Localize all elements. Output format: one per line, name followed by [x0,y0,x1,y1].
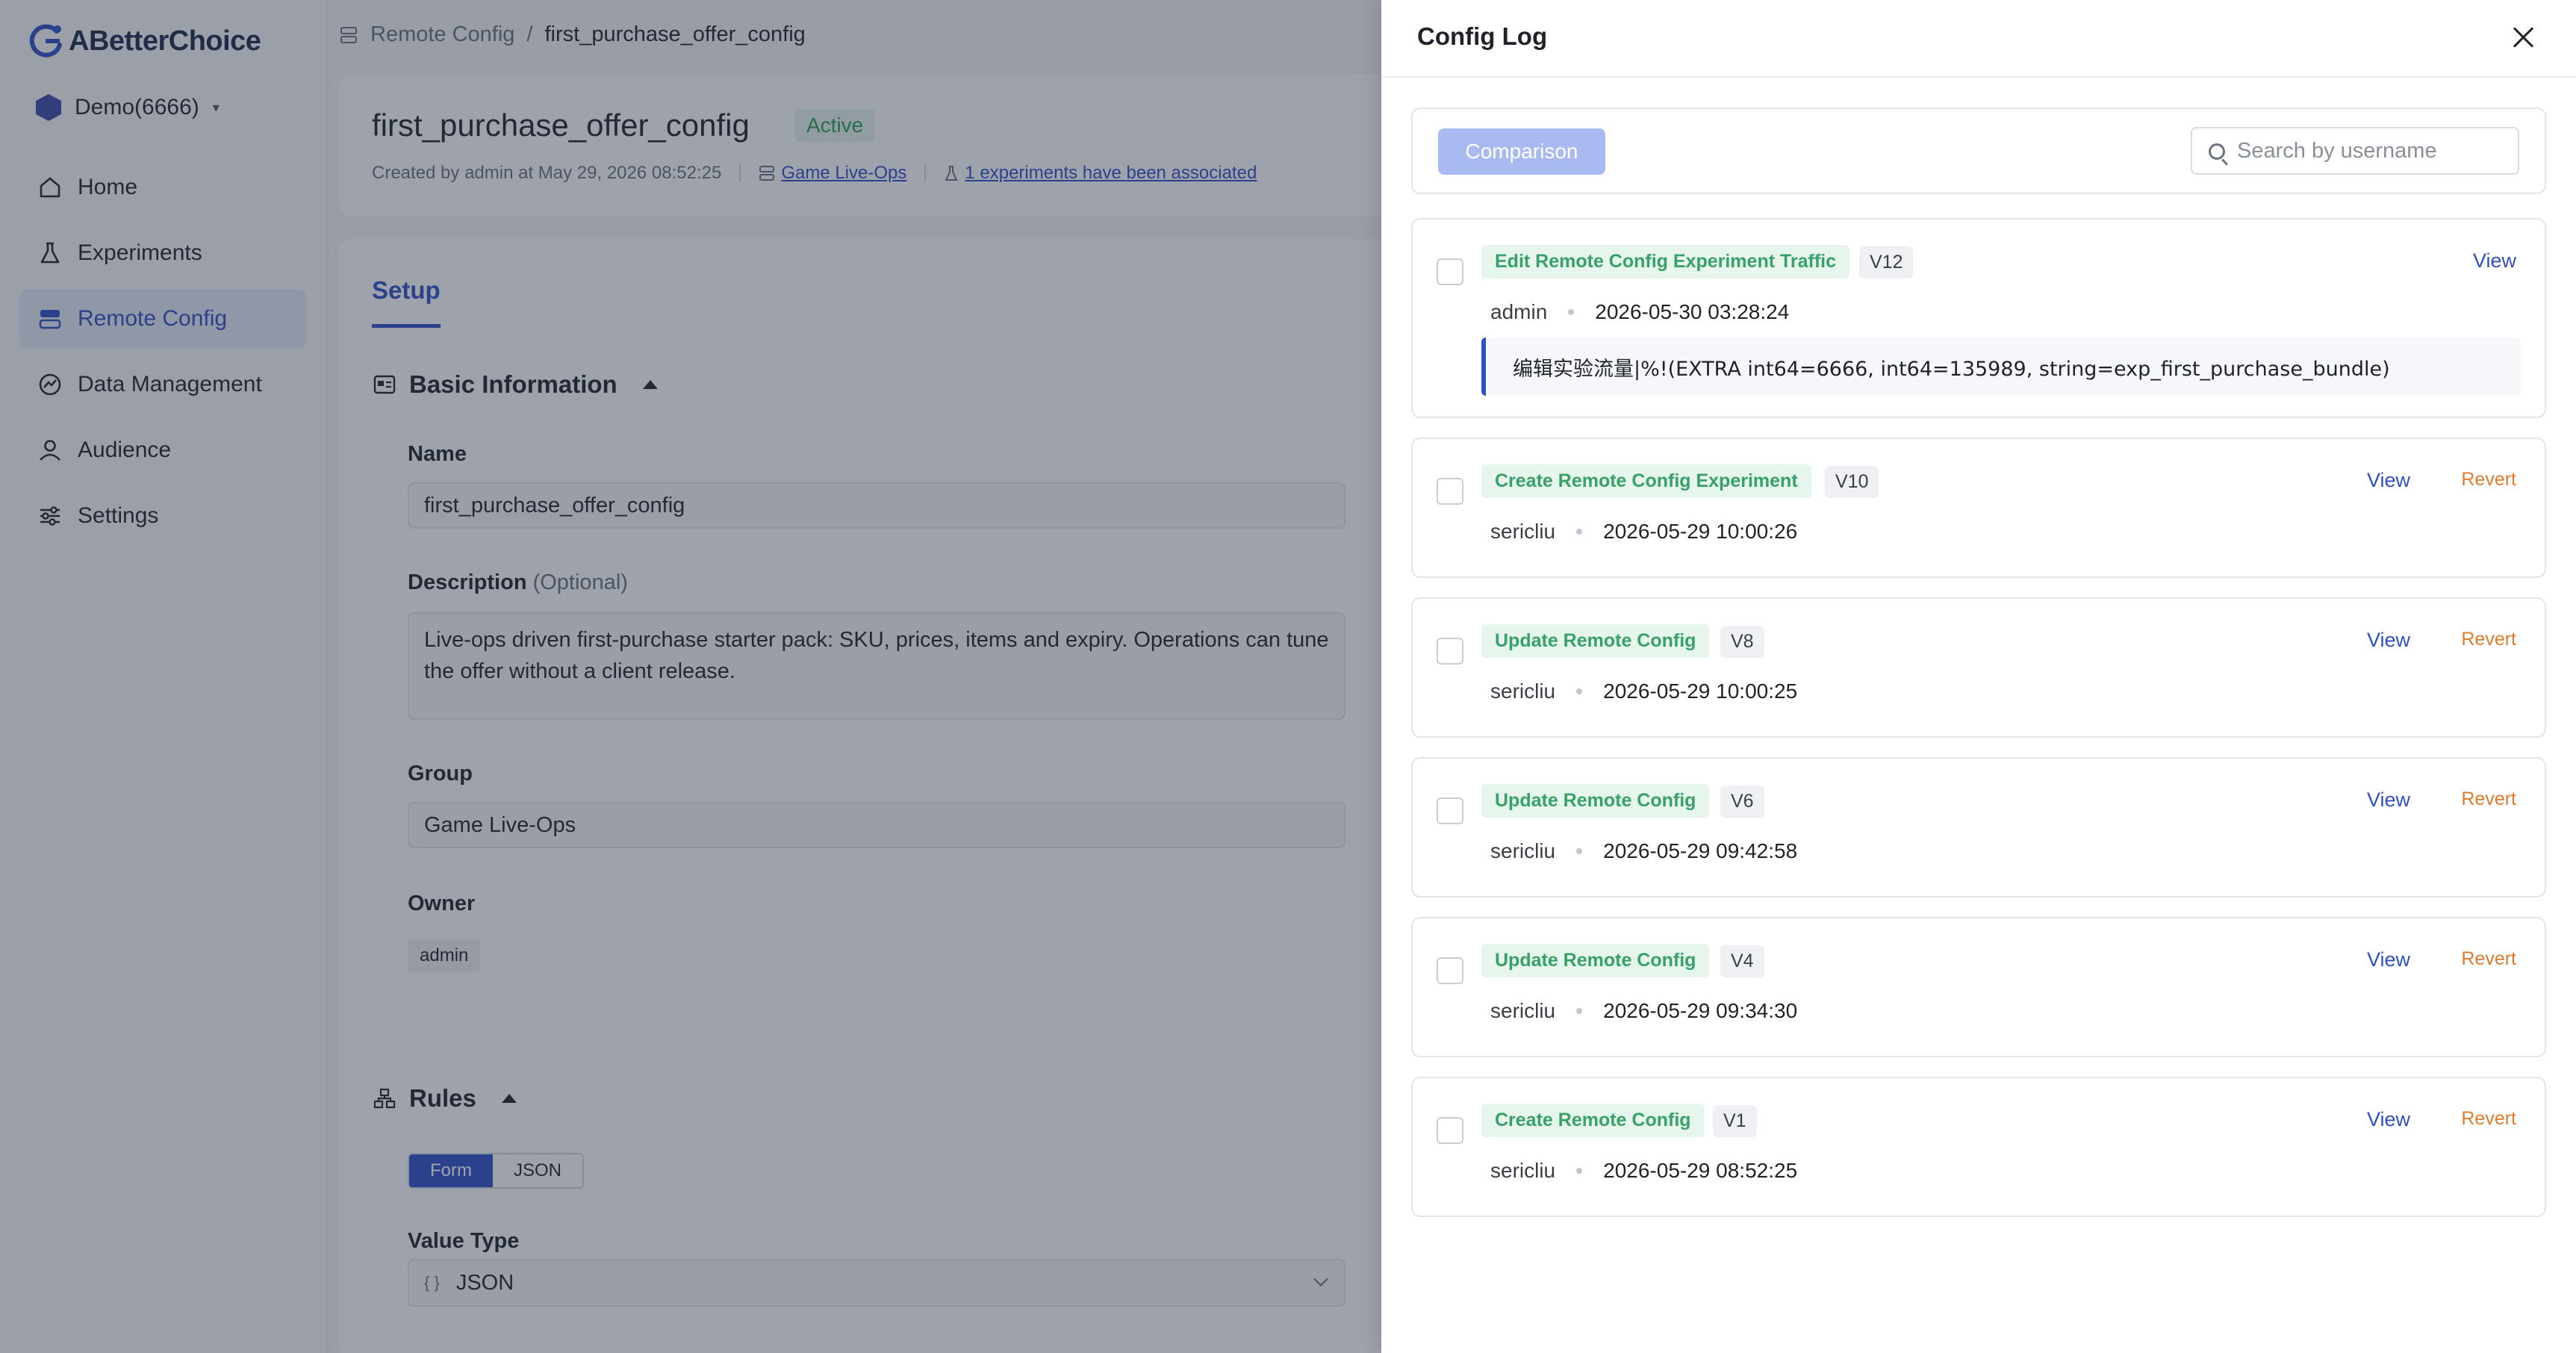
operation-tag: Update Remote Config [1481,784,1710,818]
version-tag: V8 [1720,626,1764,658]
log-item: Edit Remote Config Experiment Traffic V1… [1411,218,2546,418]
dot-separator [1576,1168,1583,1174]
view-link[interactable]: View [2367,629,2410,652]
search-icon [2209,143,2225,160]
log-meta: admin 2026-05-30 03:28:24 [1490,300,1789,324]
log-checkbox[interactable] [1437,638,1463,665]
view-link[interactable]: View [2367,789,2410,812]
log-time: 2026-05-29 08:52:25 [1603,1159,1798,1182]
log-checkbox[interactable] [1437,258,1463,285]
version-tag: V10 [1825,466,1879,498]
log-checkbox[interactable] [1437,1117,1463,1144]
operation-tag: Edit Remote Config Experiment Traffic [1481,245,1850,279]
version-tag: V1 [1713,1105,1757,1137]
log-meta: sericliu 2026-05-29 09:34:30 [1490,999,1797,1023]
log-user: sericliu [1490,679,1556,703]
version-tag: V12 [1859,246,1914,279]
drawer-title: Config Log [1417,22,1548,50]
log-item: Update Remote Config V4 sericliu 2026-05… [1411,917,2546,1057]
log-user: sericliu [1490,1159,1556,1182]
log-toolbar: Comparison Search by username [1411,108,2546,194]
dot-separator [1576,1008,1583,1014]
log-time: 2026-05-29 10:00:26 [1603,520,1798,543]
log-user: sericliu [1490,839,1556,862]
log-detail: 编辑实验流量|%!(EXTRA int64=6666, int64=135989… [1481,338,2521,396]
log-meta: sericliu 2026-05-29 10:00:26 [1490,520,1797,544]
view-link[interactable]: View [2473,249,2516,273]
dot-separator [1576,529,1583,535]
log-meta: sericliu 2026-05-29 08:52:25 [1490,1159,1797,1183]
log-item: Create Remote Config V1 sericliu 2026-05… [1411,1077,2546,1217]
revert-link[interactable]: Revert [2461,948,2516,970]
log-meta: sericliu 2026-05-29 09:42:58 [1490,839,1797,863]
drawer-header: Config Log [1381,0,2576,78]
log-user: admin [1490,300,1548,323]
log-user: sericliu [1490,999,1556,1022]
log-checkbox[interactable] [1437,478,1463,505]
dot-separator [1576,688,1583,694]
log-item: Update Remote Config V6 sericliu 2026-05… [1411,757,2546,898]
log-item: Update Remote Config V8 sericliu 2026-05… [1411,597,2546,738]
revert-link[interactable]: Revert [2461,1108,2516,1130]
version-tag: V4 [1720,945,1764,977]
log-checkbox[interactable] [1437,797,1463,824]
view-link[interactable]: View [2367,469,2410,492]
search-placeholder: Search by username [2237,138,2437,163]
revert-link[interactable]: Revert [2461,469,2516,491]
log-time: 2026-05-29 09:34:30 [1603,999,1798,1022]
log-checkbox[interactable] [1437,957,1463,984]
search-input[interactable]: Search by username [2191,127,2519,175]
log-time: 2026-05-29 10:00:25 [1603,679,1798,703]
operation-tag: Update Remote Config [1481,624,1710,658]
comparison-button[interactable]: Comparison [1438,128,1605,175]
log-item: Create Remote Config Experiment V10 seri… [1411,438,2546,578]
operation-tag: Create Remote Config Experiment [1481,464,1811,498]
config-log-drawer: Config Log Comparison Search by username… [1381,0,2576,1353]
log-user: sericliu [1490,520,1556,543]
operation-tag: Update Remote Config [1481,944,1710,977]
drawer-mask[interactable] [0,0,1381,1353]
dot-separator [1576,848,1583,854]
view-link[interactable]: View [2367,948,2410,971]
revert-link[interactable]: Revert [2461,789,2516,810]
operation-tag: Create Remote Config [1481,1104,1705,1137]
dot-separator [1568,309,1575,315]
view-link[interactable]: View [2367,1108,2410,1131]
log-list: Edit Remote Config Experiment Traffic V1… [1411,218,2546,1237]
log-time: 2026-05-30 03:28:24 [1595,300,1790,323]
log-time: 2026-05-29 09:42:58 [1603,839,1798,862]
version-tag: V6 [1720,786,1764,818]
revert-link[interactable]: Revert [2461,629,2516,650]
close-icon[interactable] [2510,24,2537,51]
log-meta: sericliu 2026-05-29 10:00:25 [1490,679,1797,703]
